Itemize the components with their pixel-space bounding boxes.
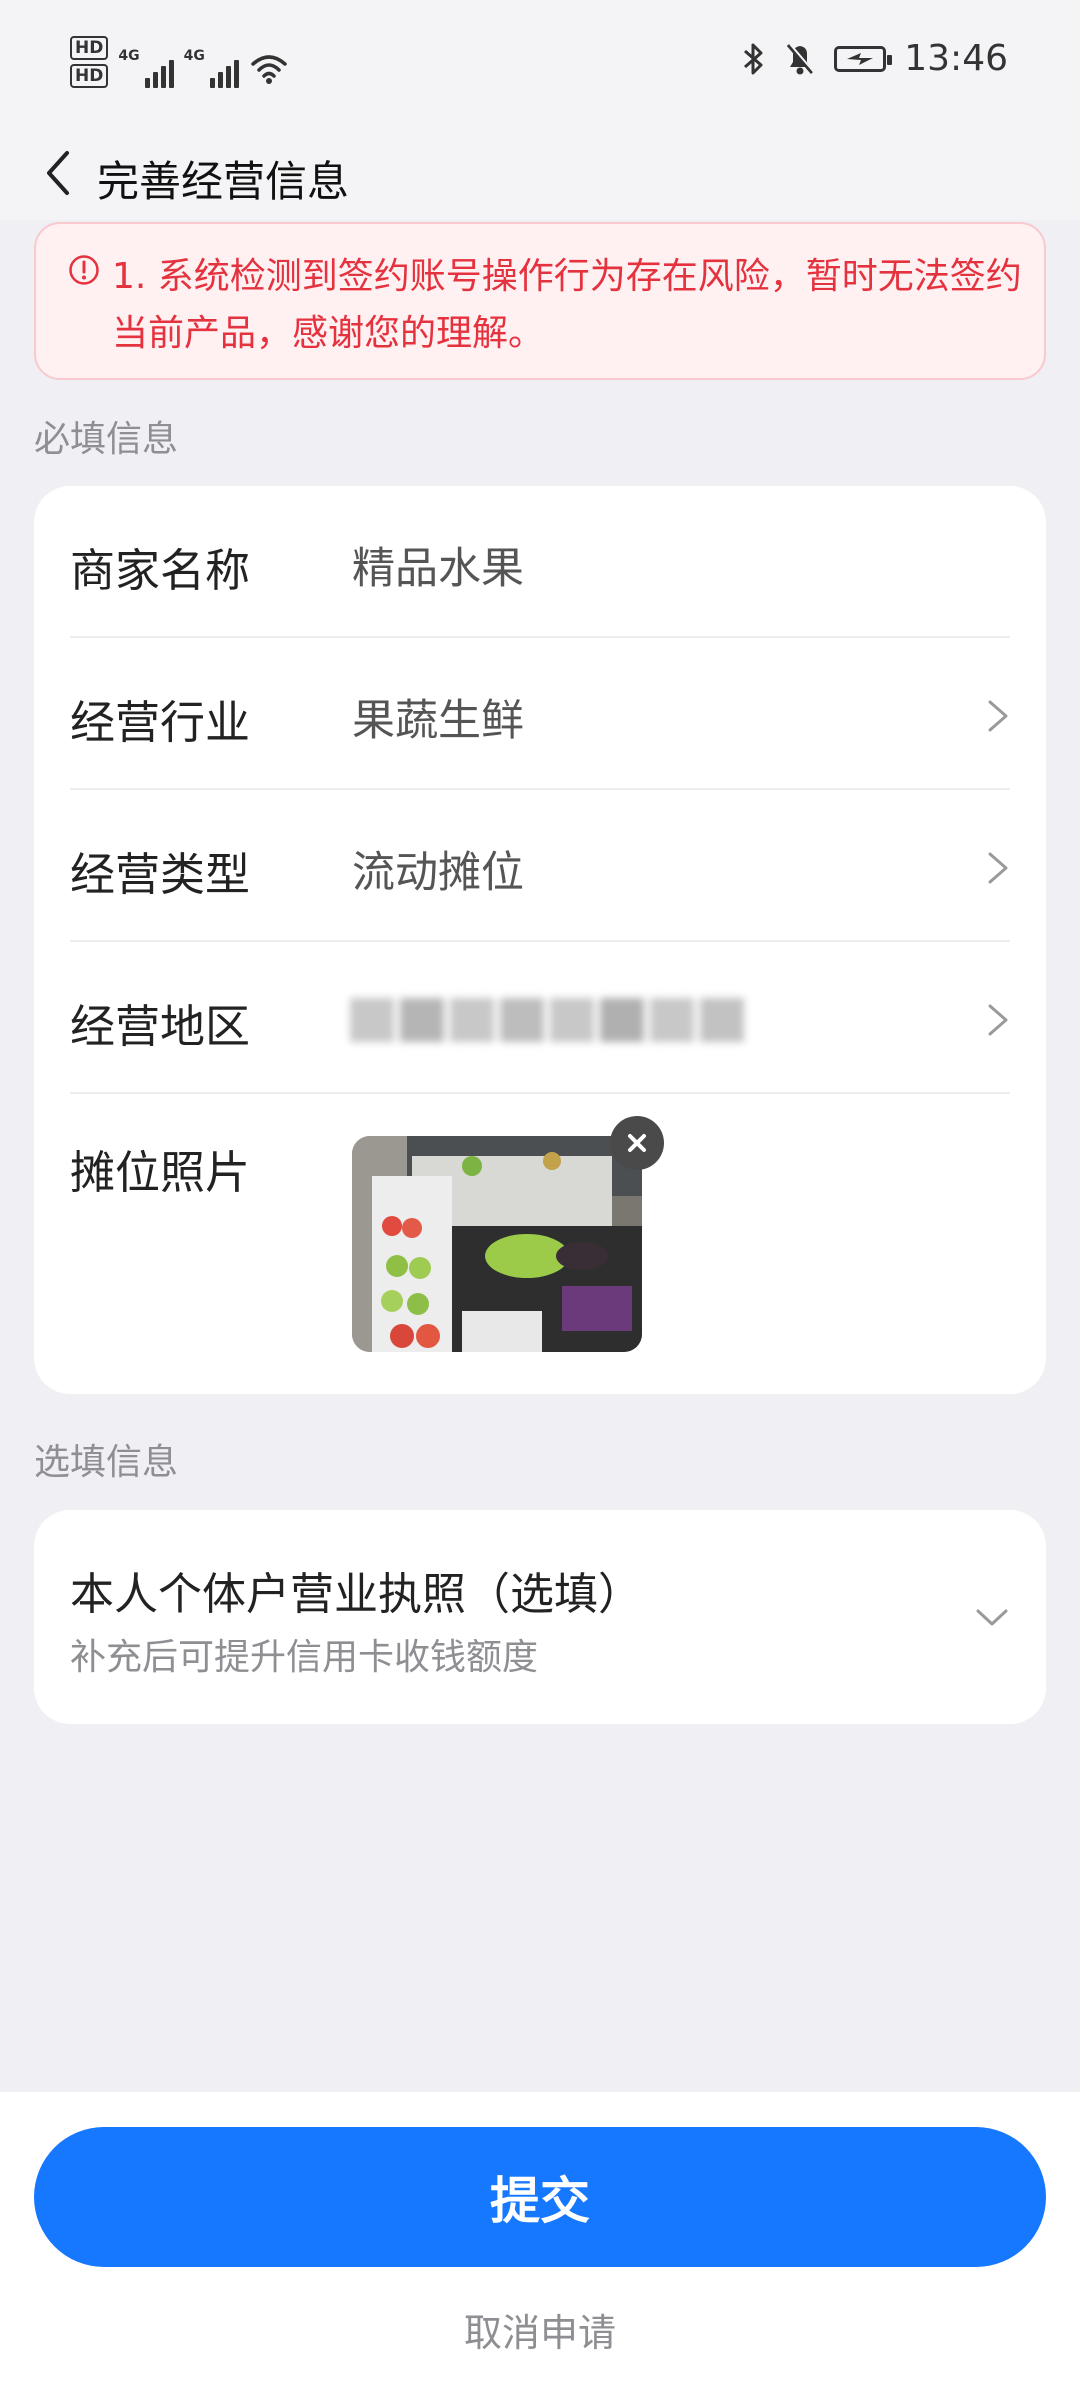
chevron-right-icon xyxy=(988,852,1008,884)
stall-photo-image xyxy=(352,1136,642,1352)
business-type-value: 流动摊位 xyxy=(352,848,524,898)
chevron-right-icon xyxy=(988,1004,1008,1036)
network-type-1: 4G xyxy=(118,48,140,64)
stall-photo-label: 摊位照片 xyxy=(70,1146,251,1199)
clock: 13:46 xyxy=(904,38,1008,79)
alert-circle-icon xyxy=(69,255,99,285)
chevron-right-icon xyxy=(988,700,1008,732)
remove-photo-button[interactable] xyxy=(610,1116,664,1170)
license-subtitle: 补充后可提升信用卡收钱额度 xyxy=(70,1637,539,1678)
merchant-name-label: 商家名称 xyxy=(70,544,251,597)
back-arrow-icon xyxy=(47,151,69,195)
network-type-2: 4G xyxy=(183,48,205,64)
stall-photo-row: 摊位照片 xyxy=(70,1094,1010,1394)
hd-indicators: HD HD xyxy=(70,36,109,88)
business-type-row[interactable]: 经营类型 流动摊位 xyxy=(70,790,1010,942)
status-left: HD HD 4G 4G xyxy=(70,36,289,88)
back-button[interactable] xyxy=(28,138,88,208)
bluetooth-icon xyxy=(744,43,763,74)
submit-button[interactable]: 提交 xyxy=(34,2127,1046,2267)
bell-off-icon xyxy=(787,42,816,74)
required-info-card: 商家名称 精品水果 经营行业 果蔬生鲜 经营类型 流动摊位 经营地区 摊位照片 xyxy=(34,486,1046,1394)
business-type-label: 经营类型 xyxy=(70,848,251,901)
chevron-down-icon xyxy=(976,1609,1008,1626)
signal-icon: 4G xyxy=(118,48,174,88)
bottom-action-bar: 提交 取消申请 xyxy=(0,2092,1080,2388)
battery-charging-icon xyxy=(834,45,893,72)
merchant-name-row[interactable]: 商家名称 精品水果 xyxy=(70,486,1010,638)
region-value-blurred xyxy=(350,990,770,1050)
wifi-icon xyxy=(251,55,287,84)
warning-text: 1. 系统检测到签约账号操作行为存在风险，暂时无法签约当前产品，感谢您的理解。 xyxy=(112,256,1022,354)
page-title: 完善经营信息 xyxy=(97,157,350,206)
status-right: 13:46 xyxy=(742,38,1008,79)
license-title: 本人个体户营业执照（选填） xyxy=(70,1569,642,1620)
industry-value: 果蔬生鲜 xyxy=(352,696,524,746)
industry-row[interactable]: 经营行业 果蔬生鲜 xyxy=(70,638,1010,790)
industry-label: 经营行业 xyxy=(70,696,251,749)
merchant-name-value[interactable]: 精品水果 xyxy=(352,534,524,596)
signal-icon-2: 4G xyxy=(184,48,239,88)
region-row[interactable]: 经营地区 xyxy=(70,942,1010,1094)
section-label-required: 必填信息 xyxy=(34,419,179,460)
section-label-optional: 选填信息 xyxy=(34,1442,179,1483)
optional-license-card[interactable]: 本人个体户营业执照（选填） 补充后可提升信用卡收钱额度 xyxy=(34,1510,1046,1724)
risk-warning-banner: 1. 系统检测到签约账号操作行为存在风险，暂时无法签约当前产品，感谢您的理解。 xyxy=(34,222,1046,380)
nav-header: 完善经营信息 xyxy=(0,130,1080,220)
close-icon xyxy=(628,1134,646,1152)
hd-badge-2: HD xyxy=(70,64,109,88)
cancel-application-link[interactable]: 取消申请 xyxy=(0,2302,1080,2357)
region-label: 经营地区 xyxy=(70,1000,251,1053)
status-bar: HD HD 4G 4G 13:46 xyxy=(0,0,1080,130)
stall-photo-thumbnail[interactable] xyxy=(352,1136,642,1352)
hd-badge-1: HD xyxy=(70,36,109,60)
